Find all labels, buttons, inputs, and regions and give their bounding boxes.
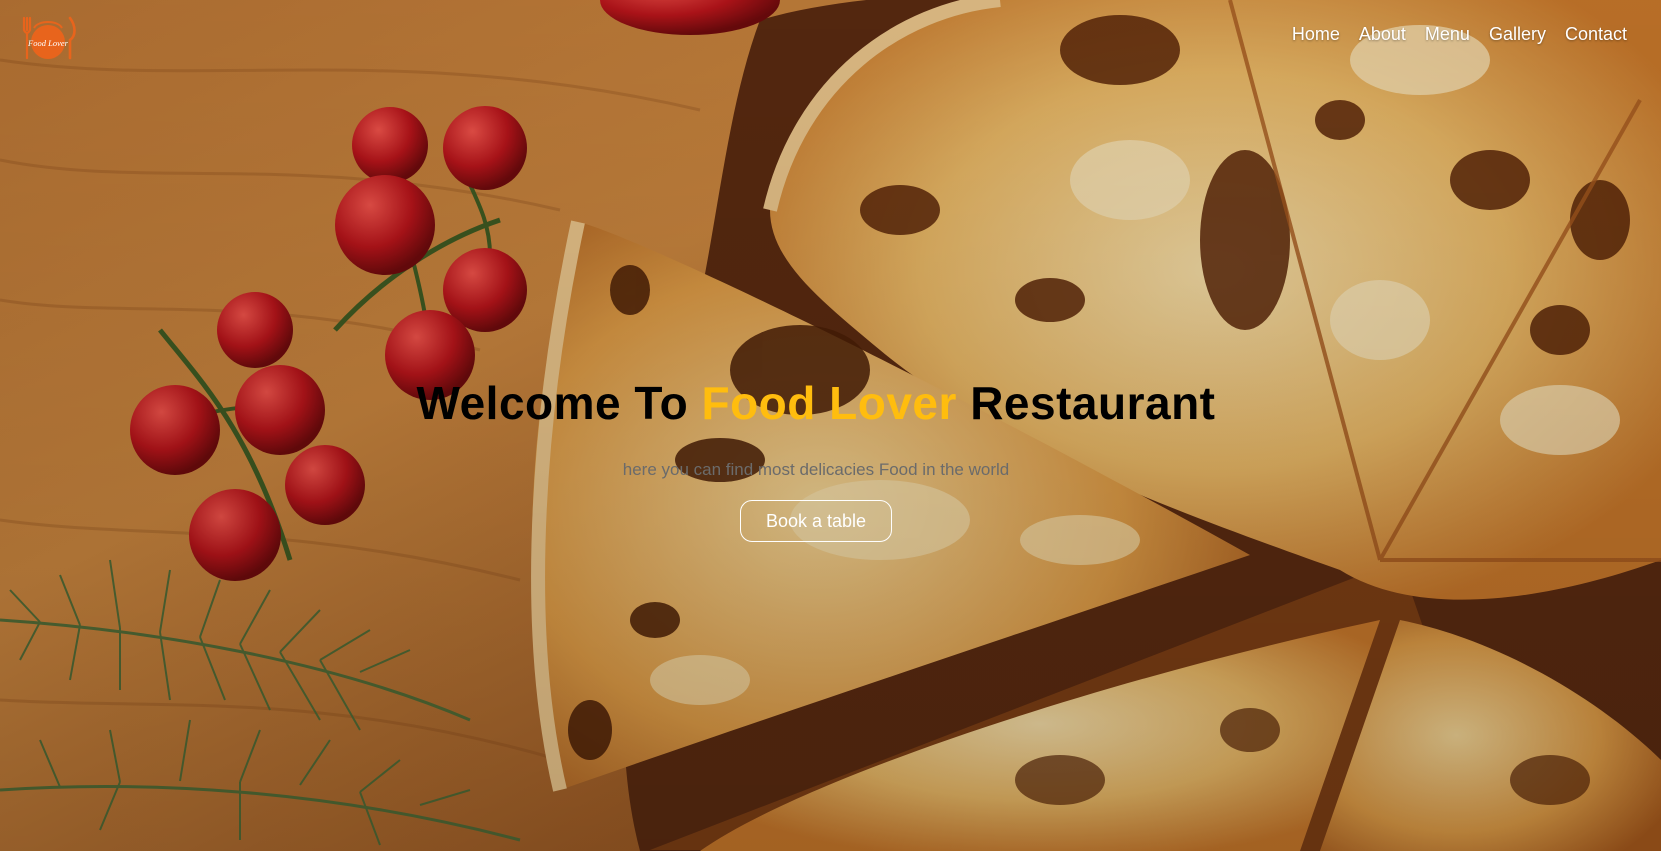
hero-title-brand: Food Lover xyxy=(701,377,957,429)
hero-title-prefix: Welcome To xyxy=(416,377,702,429)
hero-subtitle: here you can find most delicacies Food i… xyxy=(622,460,1010,479)
nav-contact-link[interactable]: Contact xyxy=(1565,22,1627,47)
food-lover-logo-icon: Food Lover xyxy=(22,16,76,60)
nav-gallery-link[interactable]: Gallery xyxy=(1489,22,1546,47)
main-navigation: Home About Menu Gallery Contact xyxy=(1273,22,1627,47)
nav-about-link[interactable]: About xyxy=(1359,22,1406,47)
hero-section: Food Lover Home About Menu Gallery Conta… xyxy=(0,0,1661,851)
nav-home-link[interactable]: Home xyxy=(1292,22,1340,47)
svg-text:Food Lover: Food Lover xyxy=(27,38,69,48)
book-table-button[interactable]: Book a table xyxy=(740,500,892,542)
nav-menu-link[interactable]: Menu xyxy=(1425,22,1470,47)
hero-title-suffix: Restaurant xyxy=(956,377,1216,429)
top-navbar: Food Lover Home About Menu Gallery Conta… xyxy=(0,0,1661,72)
brand-logo[interactable]: Food Lover xyxy=(18,14,78,62)
hero-title: Welcome To Food Lover Restaurant xyxy=(0,380,1632,426)
